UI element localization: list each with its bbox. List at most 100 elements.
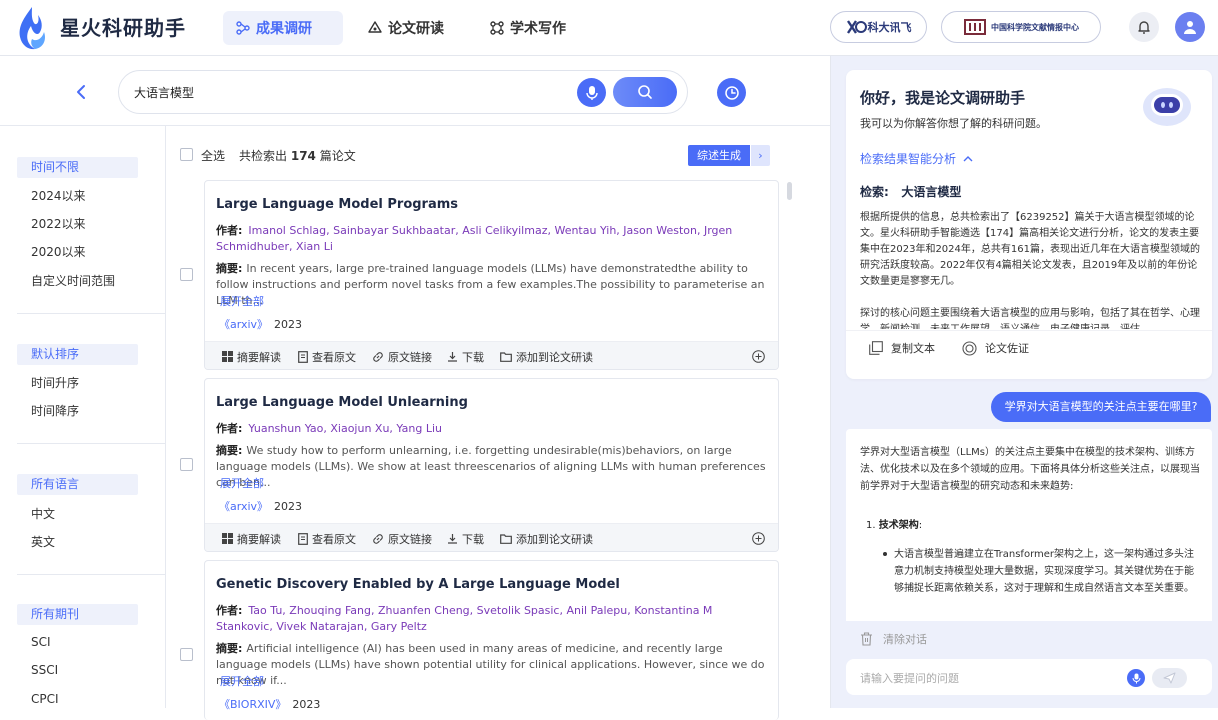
filter-time-2022[interactable]: 2022以来 [31, 215, 86, 232]
add-circle-icon[interactable] [752, 532, 765, 545]
original-link-button[interactable]: 原文链接 [372, 342, 432, 369]
divider [17, 443, 166, 444]
paper-title[interactable]: Large Language Model Programs [216, 197, 458, 212]
send-button[interactable] [1152, 668, 1187, 688]
sort-default[interactable]: 默认排序 [17, 344, 138, 365]
sort-time-desc[interactable]: 时间降序 [31, 402, 79, 419]
paper-checkbox[interactable] [180, 268, 193, 281]
tab-paper-reading[interactable]: 论文研读 [355, 11, 465, 45]
paper-action-bar: 摘要解读 查看原文 原文链接 下载 添加到论文研读 [205, 523, 778, 551]
back-arrow-icon[interactable] [72, 82, 92, 102]
divider [846, 330, 1212, 331]
filter-time-2020[interactable]: 2020以来 [31, 243, 86, 260]
network-icon [236, 21, 250, 35]
filter-journal-all[interactable]: 所有期刊 [17, 604, 138, 625]
divider [17, 574, 166, 575]
paper-checkbox[interactable] [180, 458, 193, 471]
filter-journal-ssci[interactable]: SSCI [31, 663, 58, 677]
expand-abstract-link[interactable]: 展开全部 [220, 475, 264, 491]
answer-bullet-text: 大语言模型普遍建立在Transformer架构之上，这一架构通过多头注意力机制支… [894, 549, 1195, 594]
paper-evidence-label: 论文佐证 [985, 342, 1029, 355]
chat-voice-button[interactable] [1127, 669, 1145, 687]
download-button[interactable]: 下载 [447, 524, 484, 551]
abstract-text: Artificial intelligence (AI) has been us… [216, 642, 765, 687]
document-icon [298, 532, 308, 545]
source-name[interactable]: 《arxiv》 [219, 500, 268, 513]
original-link-button[interactable]: 原文链接 [372, 524, 432, 551]
search-button[interactable] [613, 77, 677, 107]
author-list[interactable]: Imanol Schlag, Sainbayar Sukhbaatar, Asl… [216, 224, 732, 253]
paper-abstract: 摘要: We study how to perform unlearning, i… [216, 443, 766, 491]
bullet-dot [883, 552, 887, 556]
view-original-button[interactable]: 查看原文 [298, 524, 356, 551]
select-all-label[interactable]: 全选 [201, 147, 225, 164]
paper-title[interactable]: Genetic Discovery Enabled by A Large Lan… [216, 577, 620, 592]
answer-point-title: 技术架构 [878, 520, 919, 531]
paper-checkbox[interactable] [180, 648, 193, 661]
view-original-button[interactable]: 查看原文 [298, 342, 356, 369]
chat-input-placeholder[interactable]: 请输入要提问的问题 [860, 670, 959, 686]
abstract-interpretation-button[interactable]: 摘要解读 [222, 342, 281, 369]
sort-time-asc[interactable]: 时间升序 [31, 374, 79, 391]
filter-time-custom[interactable]: 自定义时间范围 [31, 272, 115, 289]
add-to-reading-button[interactable]: 添加到论文研读 [500, 342, 593, 369]
original-link-label: 原文链接 [388, 350, 432, 364]
filter-journal-sci[interactable]: SCI [31, 635, 51, 649]
list-scrollbar[interactable] [787, 182, 792, 200]
original-link-label: 原文链接 [388, 532, 432, 546]
source-name[interactable]: 《BIORXIV》 [219, 698, 286, 711]
clock-icon [724, 85, 739, 100]
microphone-icon [1132, 673, 1140, 683]
tab-academic-writing[interactable]: 学术写作 [477, 11, 587, 45]
tab-paper-reading-label: 论文研读 [388, 21, 444, 37]
iflytek-logo[interactable]: 科大讯飞 [830, 11, 927, 43]
folder-icon [500, 351, 512, 362]
add-to-reading-button[interactable]: 添加到论文研读 [500, 524, 593, 551]
history-button[interactable] [717, 78, 746, 107]
clear-chat-button[interactable]: 清除对话 [860, 631, 927, 647]
avatar[interactable] [1175, 12, 1205, 42]
grid-icon [222, 351, 233, 362]
smart-analysis-label: 检索结果智能分析 [860, 152, 957, 166]
add-to-reading-label: 添加到论文研读 [516, 350, 593, 364]
copy-text-button[interactable]: 复制文本 [869, 340, 935, 356]
source-name[interactable]: 《arxiv》 [219, 318, 268, 331]
filter-language-english[interactable]: 英文 [31, 533, 55, 550]
abstract-interpretation-button[interactable]: 摘要解读 [222, 524, 281, 551]
filter-time-2024[interactable]: 2024以来 [31, 187, 86, 204]
search-query[interactable]: 大语言模型 [134, 84, 194, 101]
copy-text-label: 复制文本 [891, 342, 935, 355]
expand-abstract-link[interactable]: 展开全部 [220, 293, 264, 309]
view-original-label: 查看原文 [312, 350, 356, 364]
filter-journal-cpci[interactable]: CPCI [31, 692, 59, 706]
publication-year: 2023 [274, 318, 303, 331]
filter-language-all[interactable]: 所有语言 [17, 474, 138, 495]
paper-title[interactable]: Large Language Model Unlearning [216, 395, 468, 410]
iflytek-name: 科大讯飞 [867, 21, 912, 34]
smart-analysis-toggle[interactable]: 检索结果智能分析 [860, 150, 973, 167]
result-count-suffix: 篇论文 [319, 149, 356, 163]
voice-input-button[interactable] [577, 78, 606, 107]
filter-language-chinese[interactable]: 中文 [31, 505, 55, 522]
download-icon [448, 534, 457, 544]
paper-evidence-button[interactable]: 论文佐证 [962, 340, 1029, 356]
expand-abstract-link[interactable]: 展开全部 [220, 673, 264, 689]
document-icon [298, 350, 308, 363]
add-circle-icon[interactable] [752, 350, 765, 363]
paper-abstract: 摘要: Artificial intelligence (AI) has been… [216, 641, 766, 689]
download-button[interactable]: 下载 [447, 342, 484, 369]
link-icon [373, 533, 383, 544]
analysis-paragraph: 探讨的核心问题主要围绕着大语言模型的应用与影响，包括了其在哲学、心理学、新闻检测… [860, 308, 1200, 329]
user-icon [1184, 21, 1196, 34]
notification-button[interactable] [1129, 12, 1159, 42]
select-all-checkbox[interactable] [180, 148, 193, 161]
chevron-right-icon[interactable]: › [751, 145, 770, 166]
filter-time-all[interactable]: 时间不限 [17, 157, 138, 178]
author-list[interactable]: Yuanshun Yao, Xiaojun Xu, Yang Liu [248, 422, 442, 435]
generate-review-button[interactable]: 综述生成 [688, 145, 750, 166]
author-list[interactable]: Tao Tu, Zhouqing Fang, Zhuanfen Cheng, S… [216, 604, 712, 633]
cas-center-logo[interactable]: 中国科学院文献情报中心 [941, 11, 1101, 43]
tab-research[interactable]: 成果调研 [223, 11, 343, 45]
abstract-label: 摘要: [216, 262, 243, 275]
analysis-text: 根据所提供的信息，总共检索出了【6239252】篇关于大语言模型领域的论文。星火… [860, 210, 1200, 329]
